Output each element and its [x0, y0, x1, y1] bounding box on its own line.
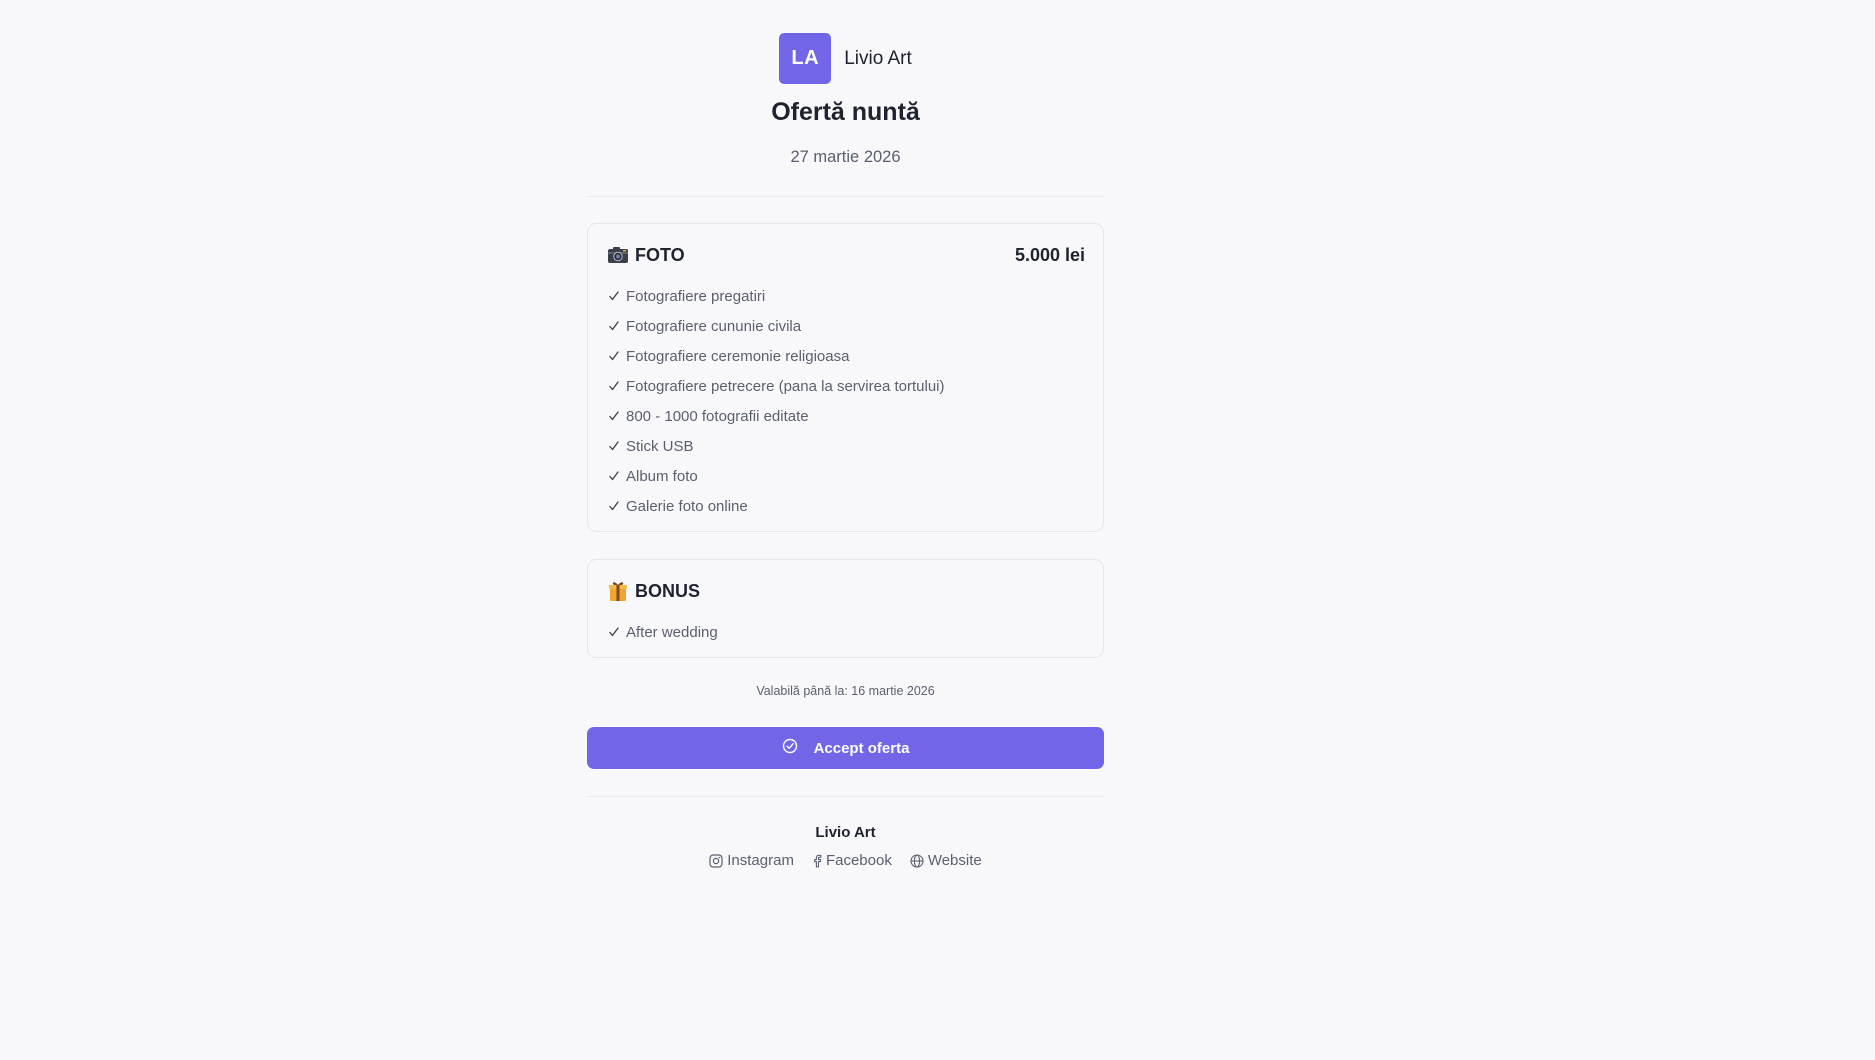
item-label: Fotografiere pregatiri [626, 287, 766, 305]
list-item: After wedding [607, 617, 718, 647]
check-icon [607, 379, 621, 393]
check-icon [607, 349, 621, 363]
check-icon [607, 625, 621, 639]
list-item: Fotografiere petrecere (pana la servirea… [607, 371, 945, 401]
social-links: Instagram Facebook Website [587, 852, 1104, 869]
item-label: 800 - 1000 fotografii editate [626, 407, 809, 425]
list-item: Album foto [607, 461, 945, 491]
check-icon [607, 499, 621, 513]
list-item: Fotografiere ceremonie religioasa [607, 341, 945, 371]
brand-header: LA Livio Art [587, 33, 1104, 84]
brand-name: Livio Art [844, 47, 912, 69]
validity-note: Valabilă până la: 16 martie 2026 [756, 684, 935, 698]
footer-divider [587, 796, 1104, 797]
bonus-card: BONUS After wedding [587, 559, 1104, 658]
instagram-link[interactable]: Instagram [709, 852, 794, 869]
check-icon [607, 319, 621, 333]
website-link[interactable]: Website [910, 852, 982, 869]
list-item: Fotografiere pregatiri [607, 281, 945, 311]
offer-page: LA Livio Art Ofertă nuntă 27 martie 2026 [0, 0, 1875, 1060]
bonus-section-title: BONUS [635, 580, 701, 601]
item-label: Album foto [626, 467, 698, 485]
offer-date: 27 martie 2026 [790, 148, 901, 166]
foto-card-header: FOTO 5.000 lei [607, 244, 1085, 266]
facebook-label: Facebook [825, 852, 892, 869]
check-icon [607, 409, 621, 423]
list-item: Stick USB [607, 431, 945, 461]
gift-icon [607, 580, 629, 602]
check-icon [607, 289, 621, 303]
brand-logo: LA [779, 33, 832, 84]
foto-section-title: FOTO [635, 244, 685, 265]
header-divider [587, 196, 1104, 197]
page-title: Ofertă nuntă [771, 98, 920, 126]
item-label: After wedding [626, 623, 718, 641]
bonus-card-header: BONUS [607, 580, 1085, 602]
list-item: Galerie foto online [607, 491, 945, 521]
bonus-items-list: After wedding [607, 617, 718, 647]
list-item: Fotografiere cununie civila [607, 311, 945, 341]
foto-price: 5.000 lei [1014, 244, 1085, 265]
accept-offer-label: Accept oferta [813, 739, 910, 757]
facebook-link[interactable]: Facebook [812, 852, 892, 869]
item-label: Galerie foto online [626, 497, 748, 515]
foto-card: FOTO 5.000 lei Fotografiere pregatiri Fo… [587, 223, 1104, 532]
accept-offer-button[interactable]: Accept oferta [587, 727, 1104, 769]
item-label: Fotografiere ceremonie religioasa [626, 347, 850, 365]
foto-items-list: Fotografiere pregatiri Fotografiere cunu… [607, 281, 945, 521]
check-circle-icon [782, 738, 798, 758]
facebook-icon [812, 854, 822, 868]
camera-icon [607, 244, 629, 266]
foto-card-title: FOTO [607, 244, 685, 266]
globe-icon [910, 853, 924, 868]
list-item: 800 - 1000 fotografii editate [607, 401, 945, 431]
check-icon [607, 469, 621, 483]
instagram-icon [709, 853, 723, 868]
bonus-card-title: BONUS [607, 580, 700, 602]
item-label: Fotografiere cununie civila [626, 317, 802, 335]
item-label: Fotografiere petrecere (pana la servirea… [626, 377, 945, 395]
footer-brand-name: Livio Art [815, 824, 876, 841]
instagram-label: Instagram [727, 852, 794, 869]
item-label: Stick USB [626, 437, 694, 455]
website-label: Website [927, 852, 982, 869]
check-icon [607, 439, 621, 453]
